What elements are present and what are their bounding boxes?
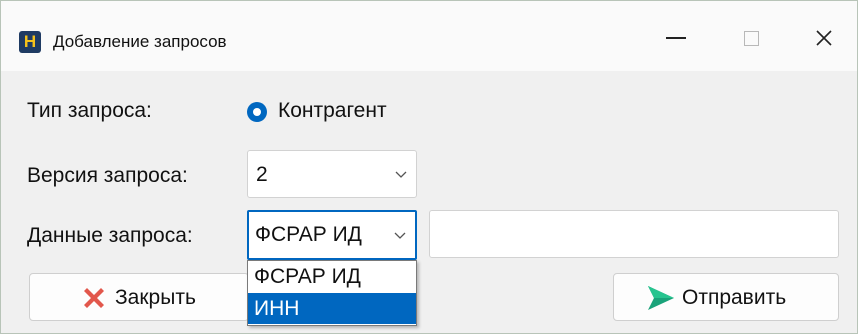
close-button[interactable]: Закрыть — [29, 273, 249, 321]
radio-dot-icon — [253, 108, 261, 116]
send-arrow-icon — [648, 286, 674, 310]
maximize-icon — [743, 30, 759, 46]
send-button-label: Отправить — [682, 286, 787, 309]
dropdown-option-inn[interactable]: ИНН — [248, 293, 416, 324]
radio-counterparty-label[interactable]: Контрагент — [278, 99, 387, 123]
chevron-down-icon — [395, 171, 407, 178]
request-type-label: Тип запроса: — [27, 99, 152, 122]
request-data-label: Данные запроса: — [27, 224, 193, 247]
version-select-value: 2 — [256, 163, 268, 186]
app-icon: H — [19, 31, 41, 53]
close-window-button[interactable] — [801, 15, 847, 61]
minimize-button[interactable] — [653, 15, 699, 61]
maximize-button[interactable] — [728, 15, 774, 61]
data-type-select[interactable]: ФСРАР ИД — [247, 210, 417, 260]
request-version-label: Версия запроса: — [27, 164, 188, 187]
close-icon — [816, 30, 832, 46]
version-select[interactable]: 2 — [247, 150, 417, 198]
chevron-down-icon — [394, 232, 406, 239]
minimize-icon — [666, 37, 686, 39]
request-data-input[interactable] — [429, 210, 839, 258]
title-bar: H Добавление запросов — [1, 1, 857, 71]
send-button[interactable]: Отправить — [613, 273, 839, 321]
red-x-icon — [84, 288, 104, 308]
data-type-dropdown-list: ФСРАР ИД ИНН — [247, 260, 417, 326]
window-title: Добавление запросов — [53, 32, 227, 51]
radio-counterparty[interactable] — [247, 102, 267, 122]
dialog-window: H Добавление запросов Тип запроса: Контр… — [0, 0, 858, 334]
dropdown-option-fsrar[interactable]: ФСРАР ИД — [248, 261, 416, 292]
data-type-select-value: ФСРАР ИД — [255, 223, 362, 246]
close-button-label: Закрыть — [115, 286, 196, 309]
